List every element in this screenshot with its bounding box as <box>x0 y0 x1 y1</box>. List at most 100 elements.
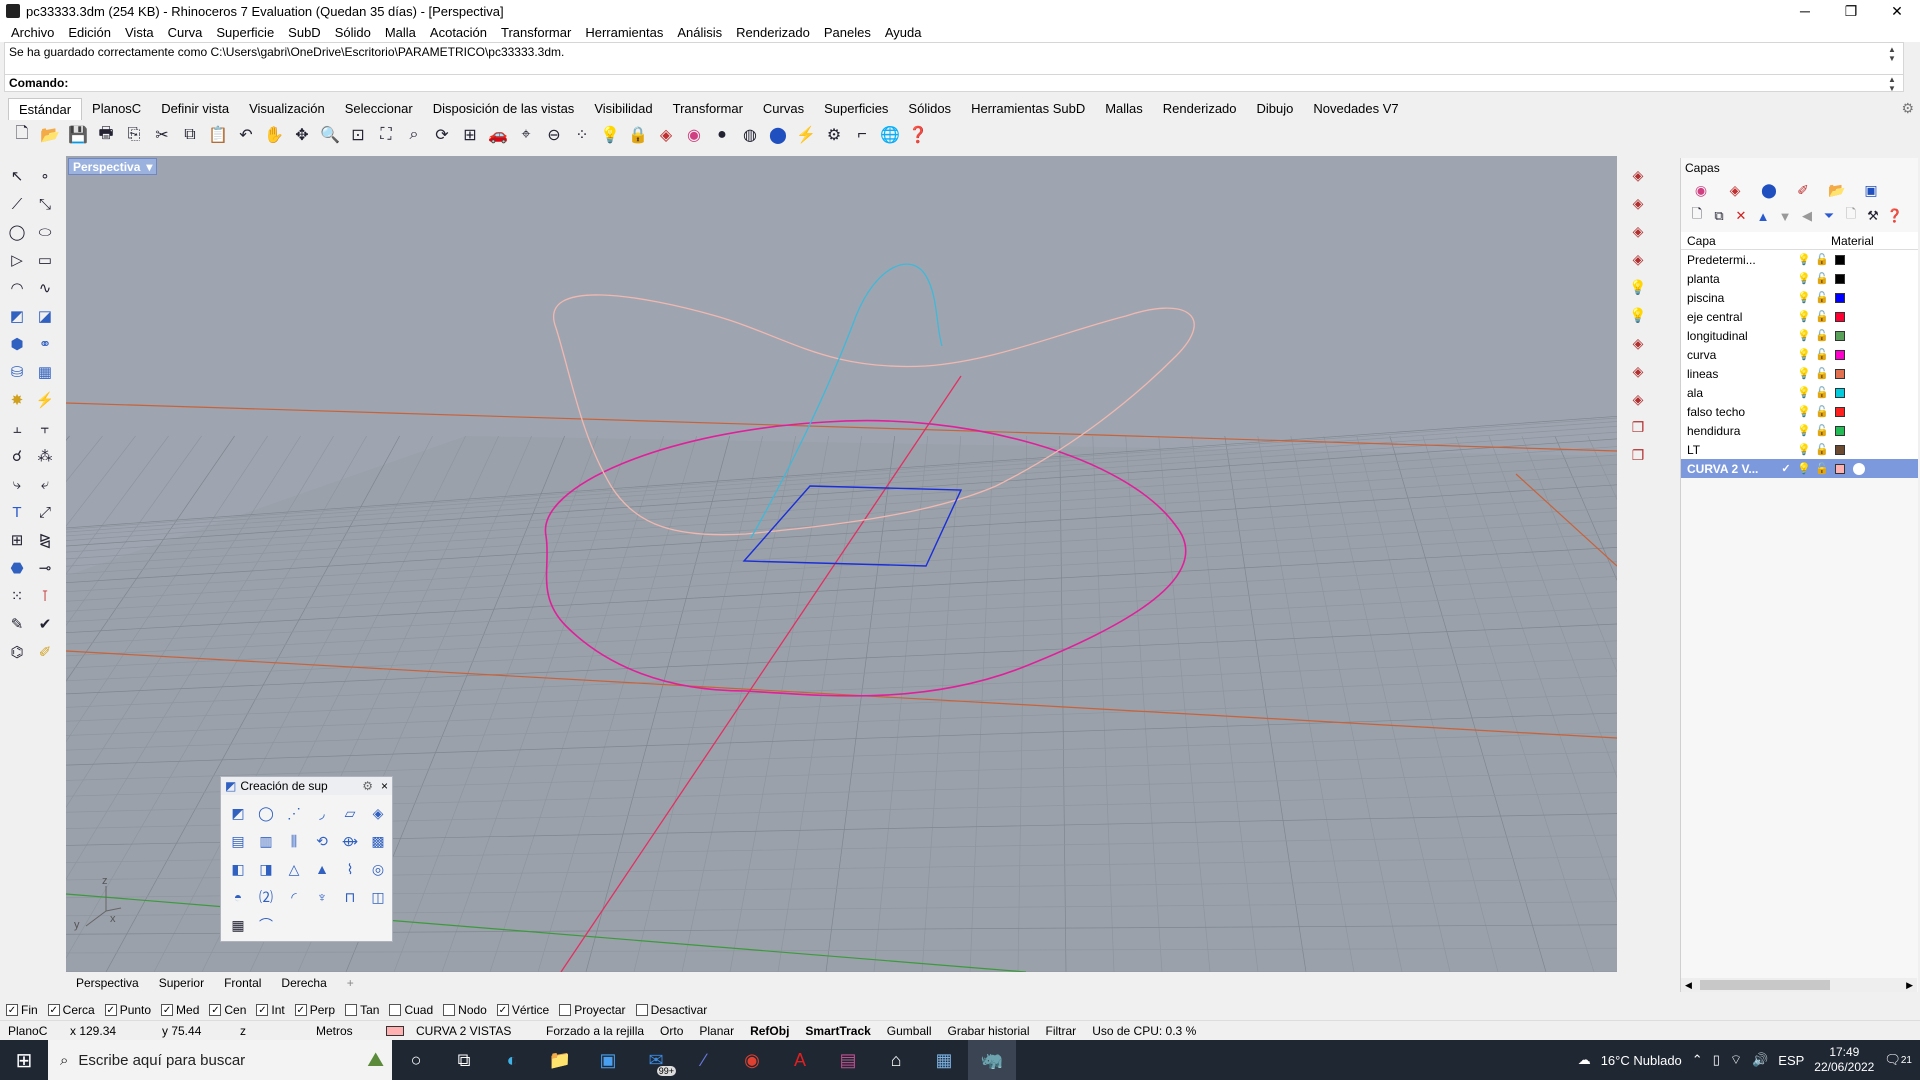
grid-points-icon[interactable]: ⁙ <box>4 584 30 608</box>
osnap-option[interactable]: ✓ Perp <box>294 1003 335 1017</box>
layer-row[interactable]: piscina 💡 🔓 <box>1681 288 1918 307</box>
array-icon[interactable]: ⊞ <box>4 528 30 552</box>
new-sublayer-icon[interactable]: ⧉ <box>1709 206 1729 226</box>
layer-color-swatch[interactable] <box>1835 368 1845 379</box>
blend-surface-icon[interactable]: ◨ <box>253 857 279 881</box>
layer-name[interactable]: piscina <box>1681 291 1777 305</box>
tab-transformar[interactable]: Transformar <box>663 98 753 120</box>
tab-curvas[interactable]: Curvas <box>753 98 814 120</box>
files-tab-icon[interactable]: 📂 <box>1825 180 1849 200</box>
ruler-icon[interactable]: ⊺ <box>32 584 58 608</box>
surface-corner-icon[interactable]: ◩ <box>4 304 30 328</box>
network-surface-icon[interactable]: ▩ <box>365 829 391 853</box>
text-icon[interactable]: T <box>4 500 30 524</box>
file-explorer-icon[interactable]: 📁 <box>536 1040 584 1080</box>
osnap-checkbox[interactable] <box>389 1004 402 1016</box>
osnap-option[interactable]: ✓ Fin <box>6 1003 38 1017</box>
two-rail-icon[interactable]: ⑵ <box>253 885 279 909</box>
four-views-icon[interactable]: ⊞ <box>458 123 482 147</box>
surface-edge-icon[interactable]: ⋰ <box>281 801 307 825</box>
menu-herramientas[interactable]: Herramientas <box>578 25 670 40</box>
layers-panel-icon[interactable]: ◈ <box>1626 164 1650 186</box>
taskbar-search[interactable]: ⌕ Escribe aquí para buscar ⛰ <box>48 1040 392 1080</box>
osnap-option[interactable]: ✓ Vértice <box>496 1003 549 1017</box>
menu-analisis[interactable]: Análisis <box>670 25 729 40</box>
status-planar[interactable]: Planar <box>691 1024 742 1038</box>
menu-archivo[interactable]: Archivo <box>4 25 61 40</box>
chevron-up-icon[interactable]: ⌃ <box>1692 1052 1703 1068</box>
cut-icon[interactable]: ✂ <box>150 123 174 147</box>
open-folder-icon[interactable]: 📂 <box>38 123 62 147</box>
ungroup-icon[interactable]: ⁂ <box>32 444 58 468</box>
osnap-checkbox[interactable] <box>443 1004 456 1016</box>
materials-tab-icon[interactable]: ⬤ <box>1757 180 1781 200</box>
menu-paneles[interactable]: Paneles <box>817 25 878 40</box>
osnap-option[interactable]: ✓ Punto <box>104 1003 151 1017</box>
status-gumball[interactable]: Gumball <box>879 1024 940 1038</box>
lock-icon[interactable]: 🔒 <box>626 123 650 147</box>
camera-icon[interactable]: ⌖ <box>514 123 538 147</box>
undo-icon[interactable]: ↶ <box>234 123 258 147</box>
osnap-checkbox[interactable]: ✓ <box>496 1004 509 1016</box>
select-points-icon[interactable]: ⁘ <box>570 123 594 147</box>
task-view-icon[interactable]: ⧉ <box>440 1040 488 1080</box>
surface-patch-icon[interactable]: ◪ <box>32 304 58 328</box>
curve-cv-icon[interactable]: ⤡ <box>32 192 58 216</box>
select-arrow-icon[interactable]: ↖ <box>4 164 30 188</box>
lightbulb-icon[interactable]: 💡 <box>1795 291 1813 304</box>
polygon-icon[interactable]: ▷ <box>4 248 30 272</box>
add-viewport-icon[interactable]: + <box>337 976 364 990</box>
layer-name[interactable]: CURVA 2 V... <box>1681 462 1777 476</box>
vp-tab-perspectiva[interactable]: Perspectiva <box>66 976 149 990</box>
layer-color-swatch[interactable] <box>1835 444 1845 455</box>
check-icon[interactable]: ✔ <box>32 612 58 636</box>
gear-icon[interactable]: ⚙ <box>1901 100 1914 117</box>
lightbulb-icon[interactable]: 💡 <box>1795 386 1813 399</box>
volume-icon[interactable]: 🔊 <box>1752 1052 1768 1068</box>
layer-color-swatch[interactable] <box>1835 292 1845 303</box>
paint-icon[interactable]: ✐ <box>32 640 58 664</box>
ellipse-icon[interactable]: ⬭ <box>32 220 58 244</box>
layer-name[interactable]: LT <box>1681 443 1777 457</box>
layer-color-swatch[interactable] <box>1835 330 1845 341</box>
tab-visualizacion[interactable]: Visualización <box>239 98 335 120</box>
layer-name[interactable]: curva <box>1681 348 1777 362</box>
move-up-icon[interactable]: ▲ <box>1753 206 1773 226</box>
layer-name[interactable]: lineas <box>1681 367 1777 381</box>
rail-revolve-icon[interactable]: ⟴ <box>337 829 363 853</box>
menu-subd[interactable]: SubD <box>281 25 328 40</box>
tab-disposicion[interactable]: Disposición de las vistas <box>423 98 585 120</box>
status-filter[interactable]: Filtrar <box>1038 1024 1085 1038</box>
menu-transformar[interactable]: Transformar <box>494 25 578 40</box>
layer-edit-icon[interactable]: ◈ <box>1626 220 1650 242</box>
layer-color-swatch[interactable] <box>1835 463 1845 474</box>
menu-renderizado[interactable]: Renderizado <box>729 25 817 40</box>
zoom-icon[interactable]: 🔍 <box>318 123 342 147</box>
layer-light-on-icon[interactable]: 💡 <box>1626 304 1650 326</box>
zoom-window-icon[interactable]: ⊡ <box>346 123 370 147</box>
notification-icon[interactable]: 🗨 21 <box>1884 1052 1912 1068</box>
explode-icon[interactable]: ✸ <box>4 388 30 412</box>
osnap-checkbox[interactable]: ✓ <box>6 1004 18 1016</box>
analysis-icon[interactable]: ⌬ <box>4 640 30 664</box>
group-icon[interactable]: ☌ <box>4 444 30 468</box>
layer-row[interactable]: falso techo 💡 🔓 <box>1681 402 1918 421</box>
extrude-tapered-icon[interactable]: ▥ <box>253 829 279 853</box>
import-icon[interactable]: ⎘ <box>122 123 146 147</box>
layer-row[interactable]: lineas 💡 🔓 <box>1681 364 1918 383</box>
dimension-icon[interactable]: ⌐ <box>850 123 874 147</box>
osnap-option[interactable]: ✓ Cen <box>209 1003 246 1017</box>
layer-stack-icon[interactable]: ◈ <box>1626 192 1650 214</box>
lock-icon[interactable]: 🔓 <box>1813 443 1831 456</box>
osnap-checkbox[interactable] <box>635 1004 648 1016</box>
layer-row[interactable]: LT 💡 🔓 <box>1681 440 1918 459</box>
color-wheel-icon[interactable]: ◉ <box>682 123 706 147</box>
menu-ayuda[interactable]: Ayuda <box>878 25 929 40</box>
tab-novedades[interactable]: Novedades V7 <box>1303 98 1408 120</box>
edit-icon[interactable]: ✎ <box>4 612 30 636</box>
mesh-icon[interactable]: ▦ <box>32 360 58 384</box>
layer-row[interactable]: eje central 💡 🔓 <box>1681 307 1918 326</box>
panel-gear-icon[interactable]: ⚙ <box>362 779 373 793</box>
status-layer[interactable]: CURVA 2 VISTAS <box>378 1024 538 1038</box>
planar-curves-icon[interactable]: ◫ <box>365 885 391 909</box>
